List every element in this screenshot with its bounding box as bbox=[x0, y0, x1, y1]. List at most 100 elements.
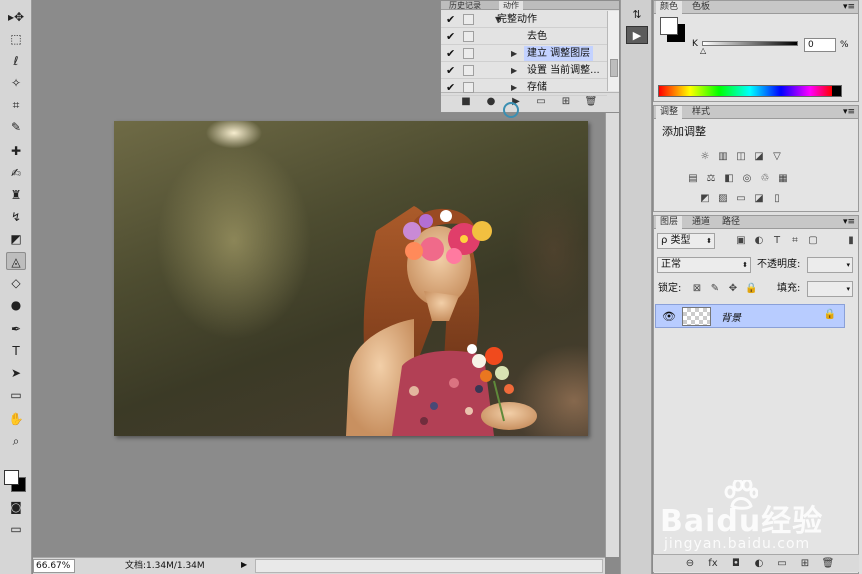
black-white-icon[interactable]: ◧ bbox=[722, 173, 736, 185]
fill-field[interactable]: ▾ bbox=[807, 281, 853, 297]
document-image[interactable] bbox=[114, 121, 588, 436]
quick-mask-icon[interactable]: ◙ bbox=[6, 498, 26, 516]
lock-transparent-icon[interactable]: ⊠ bbox=[691, 283, 703, 295]
slider-thumb-icon[interactable]: △ bbox=[700, 46, 706, 55]
photo-filter-icon[interactable]: ◎ bbox=[740, 173, 754, 185]
threshold-icon[interactable]: ▭ bbox=[734, 193, 748, 205]
dialog-toggle-box[interactable] bbox=[463, 48, 474, 59]
clone-stamp-tool[interactable]: ♜ bbox=[6, 186, 26, 204]
status-menu-arrow-icon[interactable]: ▶ bbox=[241, 560, 247, 569]
new-action-icon[interactable]: ⊞ bbox=[559, 95, 573, 109]
actions-panel-icon[interactable]: ▶ bbox=[626, 26, 648, 44]
tab-history[interactable]: 历史记录 bbox=[445, 1, 485, 10]
eyedropper-tool[interactable]: ✎ bbox=[6, 118, 26, 136]
lock-position-icon[interactable]: ✥ bbox=[727, 283, 739, 295]
panel-menu-icon[interactable]: ▾≡ bbox=[843, 216, 855, 229]
k-value-field[interactable]: 0 bbox=[804, 38, 836, 52]
check-icon[interactable]: ✔ bbox=[446, 64, 458, 77]
brush-tool[interactable]: ✍ bbox=[6, 164, 26, 182]
foreground-color-swatch[interactable] bbox=[660, 17, 678, 35]
stop-icon[interactable]: ■ bbox=[459, 95, 473, 109]
quick-selection-tool[interactable]: ✧ bbox=[6, 74, 26, 92]
pixel-filter-icon[interactable]: ▣ bbox=[735, 235, 747, 247]
levels-icon[interactable]: ▥ bbox=[716, 151, 730, 163]
marquee-tool[interactable]: ⬚ bbox=[6, 30, 26, 48]
horizontal-scrollbar[interactable] bbox=[255, 559, 603, 573]
color-lookup-icon[interactable]: ▦ bbox=[776, 173, 790, 185]
hand-tool[interactable]: ✋ bbox=[6, 410, 26, 428]
curves-icon[interactable]: ◫ bbox=[734, 151, 748, 163]
triangle-right-icon[interactable]: ▶ bbox=[511, 81, 517, 94]
smart-object-filter-icon[interactable]: ▢ bbox=[807, 235, 819, 247]
tab-adjustments[interactable]: 调整 bbox=[656, 106, 683, 119]
check-icon[interactable]: ✔ bbox=[446, 13, 458, 26]
history-brush-tool[interactable]: ↯ bbox=[6, 208, 26, 226]
tab-layers[interactable]: 图层 bbox=[656, 216, 683, 229]
action-row[interactable]: ✔ ▶ 建立 调整图层 bbox=[441, 45, 607, 62]
layer-filter-select[interactable]: ρ 类型 ⬍ bbox=[657, 233, 715, 249]
paint-bucket-tool[interactable]: ◬ bbox=[6, 252, 26, 270]
delete-icon[interactable]: 🗑 bbox=[584, 95, 598, 109]
tab-color[interactable]: 颜色 bbox=[656, 1, 683, 14]
action-row[interactable]: ✔ ▶ 存储 bbox=[441, 79, 607, 96]
brightness-icon[interactable]: ☼ bbox=[698, 151, 712, 163]
type-tool[interactable]: T bbox=[6, 342, 26, 360]
history-panel-icon[interactable]: ⇅ bbox=[626, 6, 648, 24]
crop-tool[interactable]: ⌗ bbox=[6, 96, 26, 114]
new-set-icon[interactable]: ▭ bbox=[534, 95, 548, 109]
tab-swatches[interactable]: 色板 bbox=[688, 1, 714, 14]
pen-tool[interactable]: ✒ bbox=[6, 320, 26, 338]
invert-icon[interactable]: ◩ bbox=[698, 193, 712, 205]
eraser-tool[interactable]: ◩ bbox=[6, 230, 26, 248]
lasso-tool[interactable]: ℓ bbox=[6, 52, 26, 70]
path-selection-tool[interactable]: ➤ bbox=[6, 364, 26, 382]
check-icon[interactable]: ✔ bbox=[446, 47, 458, 60]
gradient-map-icon[interactable]: ▯ bbox=[770, 193, 784, 205]
panel-menu-icon[interactable]: ▾≡ bbox=[843, 1, 855, 14]
triangle-right-icon[interactable]: ▶ bbox=[511, 64, 517, 77]
blend-mode-select[interactable]: 正常 ⬍ bbox=[657, 257, 751, 273]
rectangle-tool[interactable]: ▭ bbox=[6, 386, 26, 404]
eye-icon[interactable]: 👁 bbox=[662, 310, 676, 323]
zoom-level-field[interactable]: 66.67% bbox=[33, 559, 75, 573]
filter-toggle-icon[interactable]: ▮ bbox=[845, 235, 857, 247]
check-icon[interactable]: ✔ bbox=[446, 81, 458, 94]
action-row[interactable]: ✔ 去色 bbox=[441, 28, 607, 45]
lock-all-icon[interactable]: 🔒 bbox=[745, 283, 757, 295]
action-row[interactable]: ✔ ▶ 设置 当前调整... bbox=[441, 62, 607, 79]
dodge-tool[interactable]: ● bbox=[6, 296, 26, 314]
adjustment-filter-icon[interactable]: ◐ bbox=[753, 235, 765, 247]
color-spectrum-bar[interactable] bbox=[658, 85, 842, 97]
actions-scroll-thumb[interactable] bbox=[610, 59, 618, 77]
record-icon[interactable]: ● bbox=[484, 95, 498, 109]
opacity-field[interactable]: ▾ bbox=[807, 257, 853, 273]
zoom-tool[interactable]: ⌕ bbox=[6, 432, 26, 450]
type-filter-icon[interactable]: T bbox=[771, 235, 783, 247]
k-channel-slider[interactable] bbox=[702, 41, 798, 46]
lock-image-icon[interactable]: ✎ bbox=[709, 283, 721, 295]
tab-channels[interactable]: 通道 bbox=[688, 216, 714, 229]
check-icon[interactable]: ✔ bbox=[446, 30, 458, 43]
panel-menu-icon[interactable]: ▾≡ bbox=[843, 106, 855, 119]
dialog-toggle-box[interactable] bbox=[463, 31, 474, 42]
action-row[interactable]: ✔ ▼ 完整动作 bbox=[441, 11, 607, 28]
triangle-right-icon[interactable]: ▶ bbox=[511, 47, 517, 60]
channel-mixer-icon[interactable]: ♲ bbox=[758, 173, 772, 185]
tab-styles[interactable]: 样式 bbox=[688, 106, 714, 119]
screen-mode-icon[interactable]: ▭ bbox=[6, 520, 26, 538]
vibrance-icon[interactable]: ▽ bbox=[770, 151, 784, 163]
hue-saturation-icon[interactable]: ▤ bbox=[686, 173, 700, 185]
shape-filter-icon[interactable]: ⌗ bbox=[789, 235, 801, 247]
tab-paths[interactable]: 路径 bbox=[718, 216, 744, 229]
dialog-toggle-box[interactable] bbox=[463, 14, 474, 25]
selective-color-icon[interactable]: ◪ bbox=[752, 193, 766, 205]
foreground-color-swatch[interactable] bbox=[4, 470, 19, 485]
blur-tool[interactable]: ◇ bbox=[6, 274, 26, 292]
actions-scrollbar[interactable] bbox=[607, 11, 619, 91]
tab-actions[interactable]: 动作 bbox=[499, 1, 523, 10]
color-balance-icon[interactable]: ⚖ bbox=[704, 173, 718, 185]
dialog-toggle-box[interactable] bbox=[463, 82, 474, 93]
posterize-icon[interactable]: ▨ bbox=[716, 193, 730, 205]
dialog-toggle-box[interactable] bbox=[463, 65, 474, 76]
move-tool[interactable]: ▸✥ bbox=[6, 8, 26, 26]
